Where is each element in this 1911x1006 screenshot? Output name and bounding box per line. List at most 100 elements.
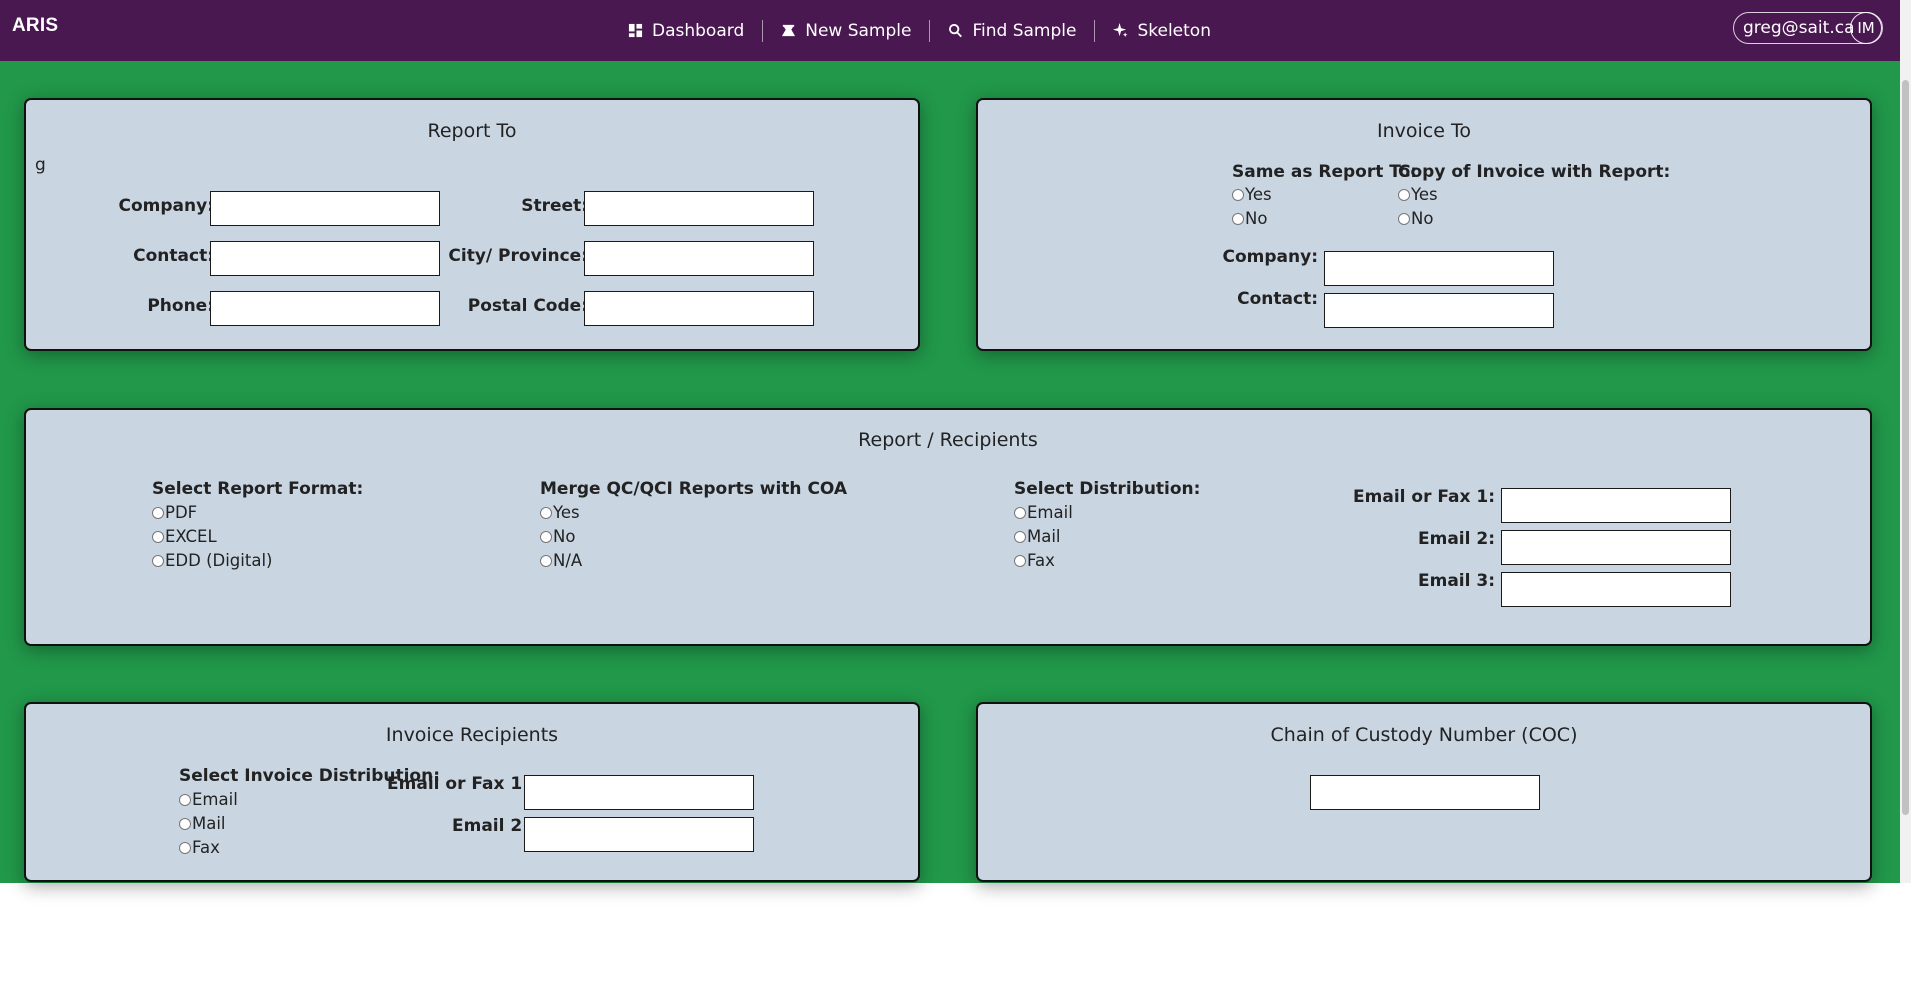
- same-as-report-label: Same as Report To:: [1232, 162, 1418, 182]
- flask-icon: [782, 24, 796, 37]
- radio-input[interactable]: [1398, 212, 1410, 225]
- main-content: Report To g Company: Contact: Phone: Str…: [0, 61, 1900, 883]
- search-icon: [949, 23, 963, 38]
- app-brand[interactable]: ARIS: [12, 15, 58, 37]
- merge-qc-label: Merge QC/QCI Reports with COA: [540, 479, 848, 499]
- radio-input[interactable]: [540, 554, 552, 567]
- invoice-email-2-input[interactable]: [524, 817, 754, 852]
- copy-invoice-label: Copy of Invoice with Report:: [1398, 162, 1671, 182]
- avatar[interactable]: IM: [1850, 12, 1882, 44]
- radio-input[interactable]: [540, 506, 552, 519]
- radio-input[interactable]: [1232, 212, 1244, 225]
- nav-skeleton[interactable]: Skeleton: [1095, 21, 1229, 41]
- user-email: greg@sait.ca: [1743, 18, 1855, 38]
- report-email-3-input[interactable]: [1501, 572, 1731, 607]
- same-as-no-radio[interactable]: No: [1232, 209, 1267, 228]
- invoice-email-1-input[interactable]: [524, 775, 754, 810]
- radio-input[interactable]: [179, 841, 191, 854]
- copy-yes-radio[interactable]: Yes: [1398, 185, 1438, 204]
- radio-label: N/A: [553, 551, 583, 570]
- radio-input[interactable]: [1014, 530, 1026, 543]
- report-company-input[interactable]: [210, 191, 440, 226]
- format-pdf-radio[interactable]: PDF: [152, 503, 197, 522]
- invoice-to-card: Invoice To Same as Report To: Yes No Cop…: [976, 98, 1872, 351]
- merge-yes-radio[interactable]: Yes: [540, 503, 580, 522]
- radio-input[interactable]: [540, 530, 552, 543]
- top-navbar: ARIS Dashboard New Sample Find Sample Sk…: [0, 0, 1900, 61]
- invoice-contact-input[interactable]: [1324, 293, 1554, 328]
- invoice-to-title: Invoice To: [1377, 120, 1471, 142]
- radio-input[interactable]: [1232, 188, 1244, 201]
- dist-mail-radio[interactable]: Mail: [1014, 527, 1061, 546]
- coc-title: Chain of Custody Number (COC): [1270, 724, 1578, 746]
- nav-dashboard[interactable]: Dashboard: [610, 21, 762, 41]
- report-postal-input[interactable]: [584, 291, 814, 326]
- email-fax-1-label: Email or Fax 1:: [1353, 487, 1495, 507]
- coc-number-input[interactable]: [1310, 775, 1540, 810]
- inv-email-2-label: Email 2:: [452, 816, 529, 836]
- street-label: Street:: [521, 196, 588, 216]
- postal-code-label: Postal Code:: [467, 296, 588, 316]
- report-to-card: Report To g Company: Contact: Phone: Str…: [24, 98, 920, 351]
- radio-input[interactable]: [1014, 506, 1026, 519]
- radio-input[interactable]: [152, 530, 164, 543]
- contact-label: Contact:: [133, 246, 214, 266]
- radio-label: No: [1245, 209, 1268, 228]
- vertical-scrollbar[interactable]: [1900, 0, 1911, 883]
- radio-input[interactable]: [179, 817, 191, 830]
- radio-label: Mail: [1027, 527, 1061, 546]
- radio-label: Email: [1027, 503, 1073, 522]
- radio-label: Email: [192, 790, 238, 809]
- user-menu[interactable]: greg@sait.ca IM: [1733, 12, 1883, 44]
- company-label: Company:: [118, 196, 215, 216]
- nav-find-sample-label: Find Sample: [972, 20, 1077, 41]
- radio-label: No: [1411, 209, 1434, 228]
- report-recipients-card: Report / Recipients Select Report Format…: [24, 408, 1872, 646]
- radio-label: Mail: [192, 814, 226, 833]
- nav-skeleton-label: Skeleton: [1137, 20, 1211, 41]
- radio-label: Yes: [1411, 185, 1438, 204]
- invoice-company-label: Company:: [1222, 247, 1319, 267]
- report-city-input[interactable]: [584, 241, 814, 276]
- scrollbar-thumb[interactable]: [1902, 80, 1909, 815]
- report-email-2-input[interactable]: [1501, 530, 1731, 565]
- dist-email-radio[interactable]: Email: [1014, 503, 1073, 522]
- invoice-recipients-title: Invoice Recipients: [385, 724, 559, 746]
- format-edd-radio[interactable]: EDD (Digital): [152, 551, 272, 570]
- radio-label: Fax: [192, 838, 220, 857]
- email-2-label: Email 2:: [1418, 529, 1495, 549]
- nav-new-sample-label: New Sample: [805, 20, 912, 41]
- nav-new-sample[interactable]: New Sample: [763, 21, 929, 41]
- report-phone-input[interactable]: [210, 291, 440, 326]
- radio-input[interactable]: [179, 793, 191, 806]
- format-excel-radio[interactable]: EXCEL: [152, 527, 217, 546]
- distribution-label: Select Distribution:: [1014, 479, 1201, 499]
- radio-input[interactable]: [1398, 188, 1410, 201]
- dist-fax-radio[interactable]: Fax: [1014, 551, 1055, 570]
- radio-input[interactable]: [152, 506, 164, 519]
- invoice-recipients-card: Invoice Recipients Select Invoice Distri…: [24, 702, 920, 882]
- nav-find-sample[interactable]: Find Sample: [930, 21, 1094, 41]
- same-as-yes-radio[interactable]: Yes: [1232, 185, 1272, 204]
- report-street-input[interactable]: [584, 191, 814, 226]
- merge-na-radio[interactable]: N/A: [540, 551, 582, 570]
- dashboard-icon: [628, 23, 643, 38]
- stray-text: g: [35, 155, 46, 175]
- phone-label: Phone:: [147, 296, 214, 316]
- radio-input[interactable]: [1014, 554, 1026, 567]
- invoice-company-input[interactable]: [1324, 251, 1554, 286]
- inv-dist-fax-radio[interactable]: Fax: [179, 838, 220, 857]
- inv-email-fax-1-label: Email or Fax 1:: [387, 774, 529, 794]
- nav-dashboard-label: Dashboard: [652, 20, 745, 41]
- report-contact-input[interactable]: [210, 241, 440, 276]
- report-recipients-title: Report / Recipients: [858, 429, 1038, 451]
- copy-no-radio[interactable]: No: [1398, 209, 1433, 228]
- report-email-1-input[interactable]: [1501, 488, 1731, 523]
- merge-no-radio[interactable]: No: [540, 527, 575, 546]
- radio-label: Yes: [1245, 185, 1272, 204]
- radio-label: No: [553, 527, 576, 546]
- inv-dist-email-radio[interactable]: Email: [179, 790, 238, 809]
- radio-input[interactable]: [152, 554, 164, 567]
- inv-dist-mail-radio[interactable]: Mail: [179, 814, 226, 833]
- city-province-label: City/ Province:: [448, 246, 588, 266]
